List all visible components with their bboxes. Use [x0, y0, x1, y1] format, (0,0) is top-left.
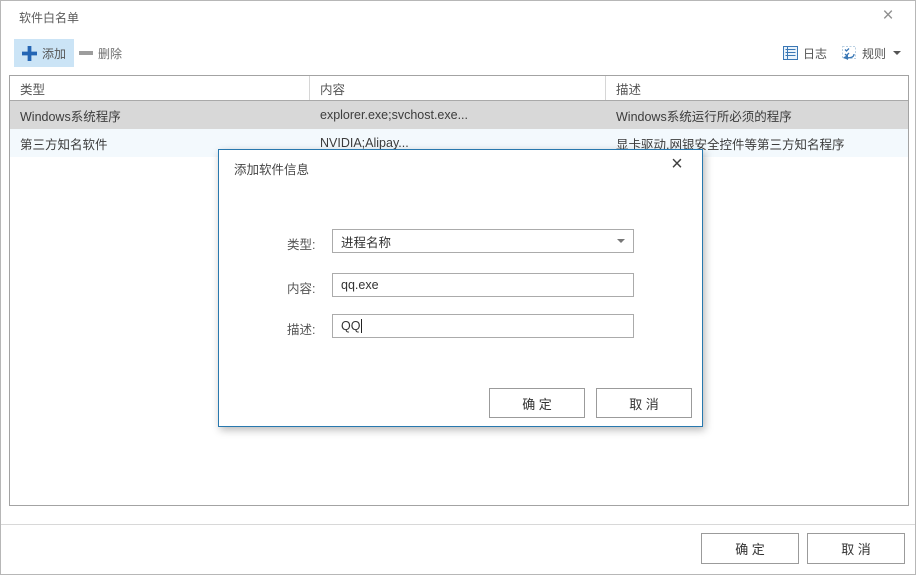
software-whitelist-window: 软件白名单 × 添加 删除	[0, 0, 916, 575]
delete-button-label: 删除	[98, 45, 122, 62]
dialog-cancel-button[interactable]: 取 消	[596, 388, 692, 418]
cell-desc: Windows系统运行所必须的程序	[606, 101, 908, 129]
dropdown-arrow-icon	[617, 239, 625, 243]
column-header-content[interactable]: 内容	[310, 76, 606, 100]
type-dropdown-value: 进程名称	[341, 232, 391, 251]
cell-type: Windows系统程序	[10, 101, 310, 129]
delete-button[interactable]: 删除	[71, 39, 130, 67]
log-button[interactable]: 日志	[783, 45, 827, 62]
column-header-type[interactable]: 类型	[10, 76, 310, 100]
cancel-button[interactable]: 取 消	[807, 533, 905, 564]
content-field-label: 内容:	[287, 278, 327, 297]
dialog-close-icon[interactable]: ×	[666, 152, 688, 176]
type-field-label: 类型:	[287, 234, 327, 253]
desc-field-label: 描述:	[287, 319, 327, 338]
table-header: 类型 内容 描述	[10, 76, 908, 101]
log-button-label: 日志	[803, 45, 827, 62]
rules-button[interactable]: 规则	[841, 45, 901, 62]
add-button-label: 添加	[42, 45, 66, 62]
log-icon	[783, 46, 798, 60]
rules-button-label: 规则	[862, 45, 886, 62]
dialog-ok-button[interactable]: 确 定	[489, 388, 585, 418]
type-dropdown[interactable]: 进程名称	[332, 229, 634, 253]
minus-icon	[79, 51, 93, 55]
window-title: 软件白名单	[19, 9, 79, 26]
table-row[interactable]: Windows系统程序 explorer.exe;svchost.exe... …	[10, 101, 908, 129]
footer-divider	[1, 524, 915, 525]
rules-checklist-icon	[841, 46, 857, 61]
desc-input-value: QQ	[341, 319, 360, 333]
desc-input[interactable]: QQ	[332, 314, 634, 338]
window-close-icon[interactable]: ×	[877, 5, 899, 27]
toolbar: 添加 删除 日志	[1, 39, 915, 69]
content-input-value: qq.exe	[341, 278, 379, 292]
cell-content: explorer.exe;svchost.exe...	[310, 101, 606, 129]
column-header-desc[interactable]: 描述	[606, 76, 908, 100]
text-caret	[361, 319, 362, 333]
add-software-dialog: 添加软件信息 × 类型: 进程名称 内容: qq.exe 描述: QQ 确 定 …	[218, 149, 703, 427]
add-button[interactable]: 添加	[14, 39, 74, 67]
content-input[interactable]: qq.exe	[332, 273, 634, 297]
plus-icon	[22, 46, 37, 61]
ok-button[interactable]: 确 定	[701, 533, 799, 564]
chevron-down-icon	[893, 51, 901, 55]
dialog-title: 添加软件信息	[234, 159, 309, 178]
